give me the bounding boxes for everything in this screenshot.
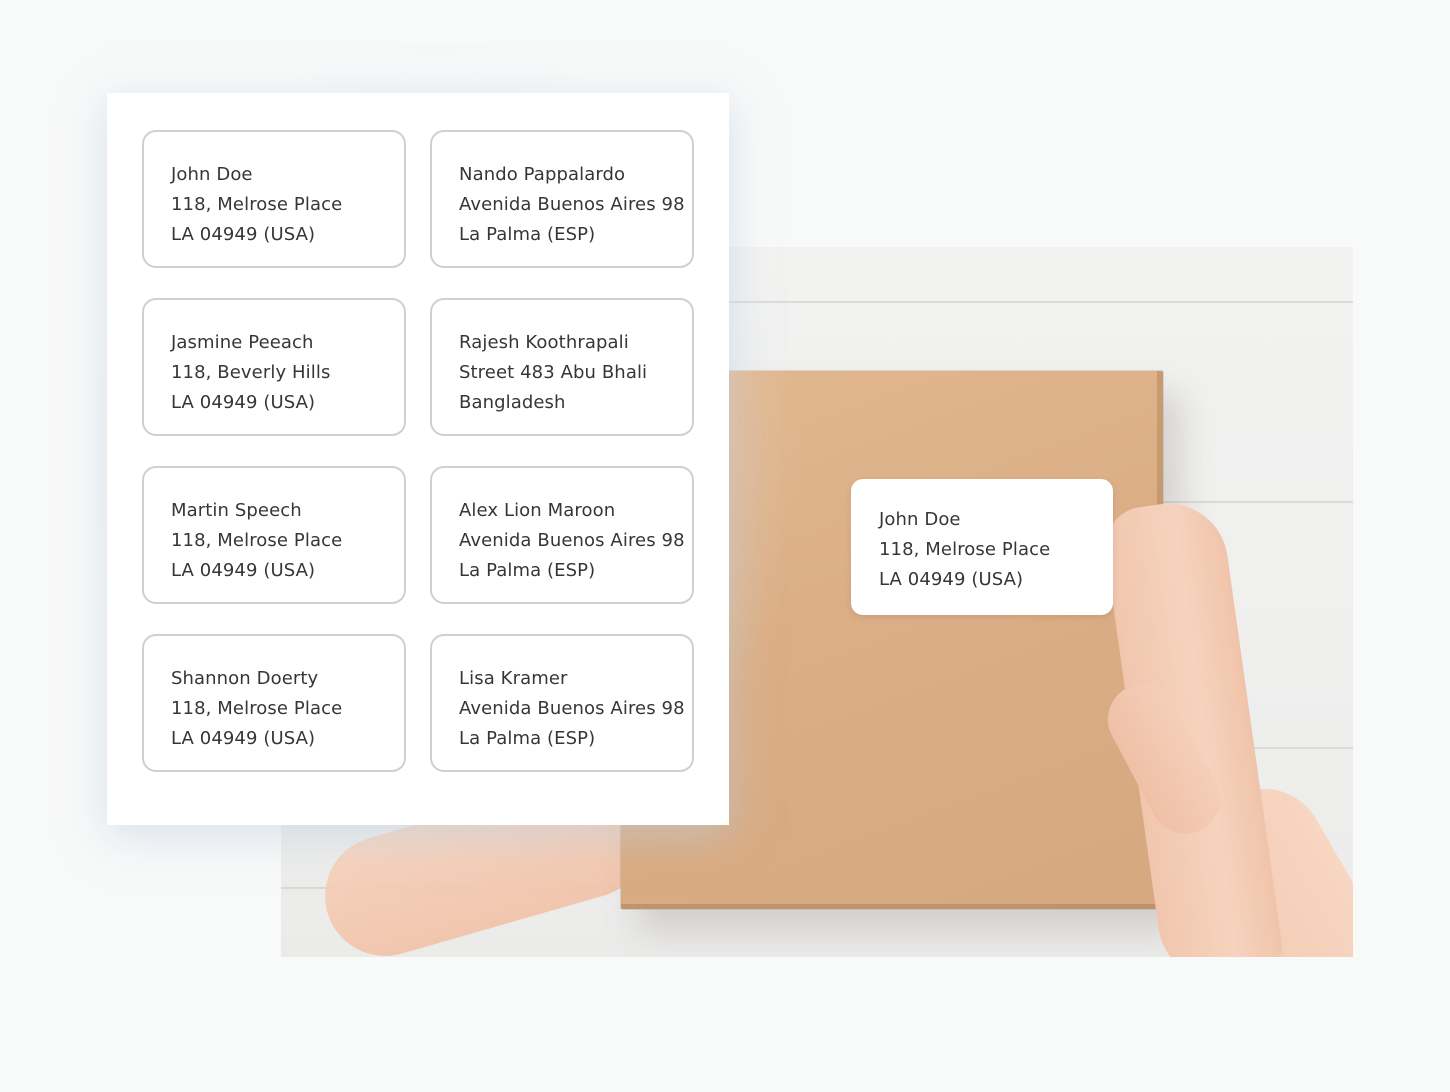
label-city: LA 04949 (USA) [879,569,1024,590]
label-street: Avenida Buenos Aires 98 [459,194,685,215]
label-street: Avenida Buenos Aires 98 [459,698,685,719]
address-label: John Doe 118, Melrose Place LA 04949 (US… [142,130,406,268]
label-name: Alex Lion Maroon [459,500,616,521]
label-street: 118, Melrose Place [171,194,343,215]
label-name: Nando Pappalardo [459,164,626,185]
address-label: Rajesh Koothrapali Street 483 Abu Bhali … [430,298,694,436]
label-city: LA 04949 (USA) [171,728,316,749]
label-street: 118, Melrose Place [171,530,343,551]
label-name: Rajesh Koothrapali [459,332,629,353]
label-street: 118, Melrose Place [879,539,1051,560]
label-city: Bangladesh [459,392,566,413]
label-city: La Palma (ESP) [459,728,596,749]
address-label: Jasmine Peeach 118, Beverly Hills LA 049… [142,298,406,436]
label-street: Avenida Buenos Aires 98 [459,530,685,551]
label-street: Street 483 Abu Bhali [459,362,648,383]
address-label: Lisa Kramer Avenida Buenos Aires 98 La P… [430,634,694,772]
label-city: La Palma (ESP) [459,560,596,581]
label-sheet: John Doe 118, Melrose Place LA 04949 (US… [107,93,729,825]
address-label: Shannon Doerty 118, Melrose Place LA 049… [142,634,406,772]
label-city: La Palma (ESP) [459,224,596,245]
label-city: LA 04949 (USA) [171,224,316,245]
label-street: 118, Melrose Place [171,698,343,719]
label-street: 118, Beverly Hills [171,362,331,383]
address-label: Nando Pappalardo Avenida Buenos Aires 98… [430,130,694,268]
label-name: John Doe [879,509,961,530]
label-city: LA 04949 (USA) [171,560,316,581]
box-bottom-edge [621,904,1163,909]
address-label: Martin Speech 118, Melrose Place LA 0494… [142,466,406,604]
label-city: LA 04949 (USA) [171,392,316,413]
label-name: John Doe [171,164,253,185]
label-name: Lisa Kramer [459,668,568,689]
address-label: Alex Lion Maroon Avenida Buenos Aires 98… [430,466,694,604]
label-name: Martin Speech [171,500,302,521]
label-name: Shannon Doerty [171,668,319,689]
label-name: Jasmine Peeach [171,332,314,353]
box-address-label: John Doe 118, Melrose Place LA 04949 (US… [851,479,1113,615]
hero-illustration: John Doe 118, Melrose Place LA 04949 (US… [0,0,1450,1092]
